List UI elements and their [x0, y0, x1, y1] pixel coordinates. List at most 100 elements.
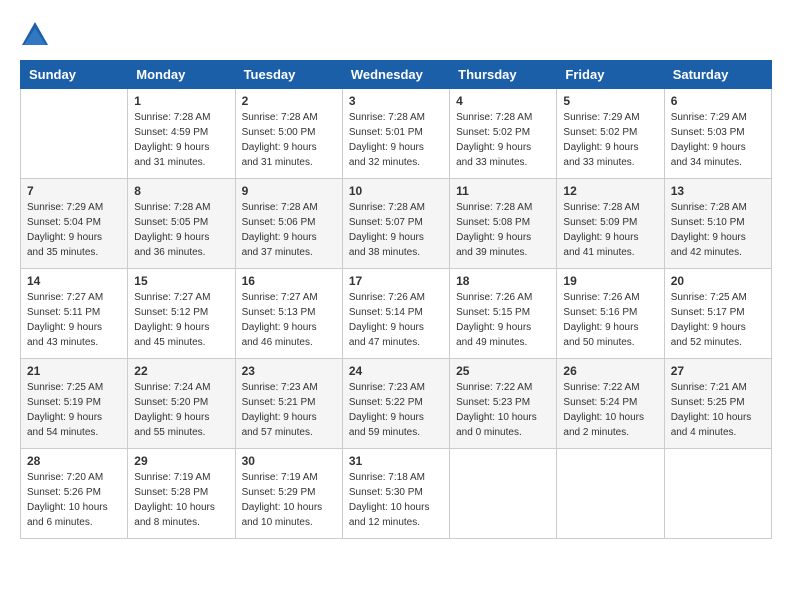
day-info: Sunrise: 7:28 AM Sunset: 5:00 PM Dayligh… [242, 110, 336, 170]
day-number: 1 [134, 94, 228, 108]
day-number: 12 [563, 184, 657, 198]
day-info: Sunrise: 7:27 AM Sunset: 5:12 PM Dayligh… [134, 290, 228, 350]
day-info: Sunrise: 7:28 AM Sunset: 5:10 PM Dayligh… [671, 200, 765, 260]
day-number: 26 [563, 364, 657, 378]
day-cell: 27Sunrise: 7:21 AM Sunset: 5:25 PM Dayli… [664, 359, 771, 449]
day-number: 30 [242, 454, 336, 468]
day-cell: 7 Sunrise: 7:29 AM Sunset: 5:04 PM Daylig… [21, 179, 128, 269]
day-number: 4 [456, 94, 550, 108]
day-header-thursday: Thursday [450, 61, 557, 89]
day-cell: 19 Sunrise: 7:26 AM Sunset: 5:16 PM Dayli… [557, 269, 664, 359]
day-cell [557, 449, 664, 539]
day-number: 14 [27, 274, 121, 288]
day-number: 11 [456, 184, 550, 198]
day-number: 7 [27, 184, 121, 198]
day-cell: 4 Sunrise: 7:28 AM Sunset: 5:02 PM Daylig… [450, 89, 557, 179]
day-info: Sunrise: 7:29 AM Sunset: 5:02 PM Dayligh… [563, 110, 657, 170]
day-info: Sunrise: 7:23 AM Sunset: 5:21 PM Dayligh… [242, 380, 336, 440]
day-cell: 12 Sunrise: 7:28 AM Sunset: 5:09 PM Dayli… [557, 179, 664, 269]
day-info: Sunrise: 7:19 AM Sunset: 5:28 PM Dayligh… [134, 470, 228, 530]
day-cell: 16 Sunrise: 7:27 AM Sunset: 5:13 PM Dayli… [235, 269, 342, 359]
day-cell: 25 Sunrise: 7:22 AM Sunset: 5:23 PM Dayli… [450, 359, 557, 449]
day-info: Sunrise: 7:28 AM Sunset: 5:08 PM Dayligh… [456, 200, 550, 260]
day-number: 24 [349, 364, 443, 378]
day-cell: 10 Sunrise: 7:28 AM Sunset: 5:07 PM Dayli… [342, 179, 449, 269]
day-number: 27 [671, 364, 765, 378]
day-number: 31 [349, 454, 443, 468]
day-info: Sunrise: 7:28 AM Sunset: 5:02 PM Dayligh… [456, 110, 550, 170]
day-info: Sunrise: 7:26 AM Sunset: 5:14 PM Dayligh… [349, 290, 443, 350]
day-number: 15 [134, 274, 228, 288]
day-header-saturday: Saturday [664, 61, 771, 89]
day-number: 28 [27, 454, 121, 468]
day-number: 5 [563, 94, 657, 108]
day-cell: 26Sunrise: 7:22 AM Sunset: 5:24 PM Dayli… [557, 359, 664, 449]
day-info: Sunrise: 7:29 AM Sunset: 5:04 PM Dayligh… [27, 200, 121, 260]
header-row: SundayMondayTuesdayWednesdayThursdayFrid… [21, 61, 772, 89]
logo-icon [20, 20, 50, 50]
day-cell: 8 Sunrise: 7:28 AM Sunset: 5:05 PM Daylig… [128, 179, 235, 269]
day-number: 2 [242, 94, 336, 108]
day-info: Sunrise: 7:27 AM Sunset: 5:11 PM Dayligh… [27, 290, 121, 350]
day-number: 18 [456, 274, 550, 288]
calendar-table: SundayMondayTuesdayWednesdayThursdayFrid… [20, 60, 772, 539]
day-info: Sunrise: 7:26 AM Sunset: 5:16 PM Dayligh… [563, 290, 657, 350]
day-cell: 15 Sunrise: 7:27 AM Sunset: 5:12 PM Dayli… [128, 269, 235, 359]
day-cell [450, 449, 557, 539]
day-cell: 14 Sunrise: 7:27 AM Sunset: 5:11 PM Dayli… [21, 269, 128, 359]
day-cell: 22 Sunrise: 7:24 AM Sunset: 5:20 PM Dayli… [128, 359, 235, 449]
day-cell: 13 Sunrise: 7:28 AM Sunset: 5:10 PM Dayli… [664, 179, 771, 269]
day-header-wednesday: Wednesday [342, 61, 449, 89]
day-info: Sunrise: 7:18 AM Sunset: 5:30 PM Dayligh… [349, 470, 443, 530]
day-cell: 18 Sunrise: 7:26 AM Sunset: 5:15 PM Dayli… [450, 269, 557, 359]
day-number: 17 [349, 274, 443, 288]
day-cell: 28Sunrise: 7:20 AM Sunset: 5:26 PM Dayli… [21, 449, 128, 539]
day-cell: 6 Sunrise: 7:29 AM Sunset: 5:03 PM Daylig… [664, 89, 771, 179]
week-row-4: 21 Sunrise: 7:25 AM Sunset: 5:19 PM Dayli… [21, 359, 772, 449]
day-info: Sunrise: 7:28 AM Sunset: 5:05 PM Dayligh… [134, 200, 228, 260]
day-number: 29 [134, 454, 228, 468]
day-info: Sunrise: 7:27 AM Sunset: 5:13 PM Dayligh… [242, 290, 336, 350]
day-cell: 21 Sunrise: 7:25 AM Sunset: 5:19 PM Dayli… [21, 359, 128, 449]
day-info: Sunrise: 7:29 AM Sunset: 5:03 PM Dayligh… [671, 110, 765, 170]
day-cell [664, 449, 771, 539]
day-cell: 2 Sunrise: 7:28 AM Sunset: 5:00 PM Daylig… [235, 89, 342, 179]
day-info: Sunrise: 7:22 AM Sunset: 5:23 PM Dayligh… [456, 380, 550, 440]
day-number: 8 [134, 184, 228, 198]
day-cell: 20Sunrise: 7:25 AM Sunset: 5:17 PM Dayli… [664, 269, 771, 359]
day-number: 16 [242, 274, 336, 288]
day-info: Sunrise: 7:25 AM Sunset: 5:19 PM Dayligh… [27, 380, 121, 440]
day-number: 21 [27, 364, 121, 378]
day-cell: 5 Sunrise: 7:29 AM Sunset: 5:02 PM Daylig… [557, 89, 664, 179]
day-cell: 29 Sunrise: 7:19 AM Sunset: 5:28 PM Dayli… [128, 449, 235, 539]
day-number: 25 [456, 364, 550, 378]
day-header-monday: Monday [128, 61, 235, 89]
day-info: Sunrise: 7:24 AM Sunset: 5:20 PM Dayligh… [134, 380, 228, 440]
day-info: Sunrise: 7:26 AM Sunset: 5:15 PM Dayligh… [456, 290, 550, 350]
day-number: 19 [563, 274, 657, 288]
day-cell: 11 Sunrise: 7:28 AM Sunset: 5:08 PM Dayli… [450, 179, 557, 269]
day-number: 6 [671, 94, 765, 108]
day-cell: 31 Sunrise: 7:18 AM Sunset: 5:30 PM Dayli… [342, 449, 449, 539]
day-info: Sunrise: 7:25 AM Sunset: 5:17 PM Dayligh… [671, 290, 765, 350]
week-row-3: 14 Sunrise: 7:27 AM Sunset: 5:11 PM Dayli… [21, 269, 772, 359]
day-info: Sunrise: 7:28 AM Sunset: 5:01 PM Dayligh… [349, 110, 443, 170]
day-info: Sunrise: 7:23 AM Sunset: 5:22 PM Dayligh… [349, 380, 443, 440]
day-cell: 24 Sunrise: 7:23 AM Sunset: 5:22 PM Dayli… [342, 359, 449, 449]
logo [20, 20, 54, 50]
day-number: 13 [671, 184, 765, 198]
week-row-5: 28Sunrise: 7:20 AM Sunset: 5:26 PM Dayli… [21, 449, 772, 539]
day-cell [21, 89, 128, 179]
day-header-sunday: Sunday [21, 61, 128, 89]
day-info: Sunrise: 7:19 AM Sunset: 5:29 PM Dayligh… [242, 470, 336, 530]
day-number: 22 [134, 364, 228, 378]
day-info: Sunrise: 7:28 AM Sunset: 5:07 PM Dayligh… [349, 200, 443, 260]
day-cell: 1Sunrise: 7:28 AM Sunset: 4:59 PM Daylig… [128, 89, 235, 179]
day-number: 3 [349, 94, 443, 108]
header [20, 20, 772, 50]
day-number: 10 [349, 184, 443, 198]
day-cell: 30 Sunrise: 7:19 AM Sunset: 5:29 PM Dayli… [235, 449, 342, 539]
day-info: Sunrise: 7:28 AM Sunset: 5:09 PM Dayligh… [563, 200, 657, 260]
week-row-2: 7 Sunrise: 7:29 AM Sunset: 5:04 PM Daylig… [21, 179, 772, 269]
day-cell: 9Sunrise: 7:28 AM Sunset: 5:06 PM Daylig… [235, 179, 342, 269]
